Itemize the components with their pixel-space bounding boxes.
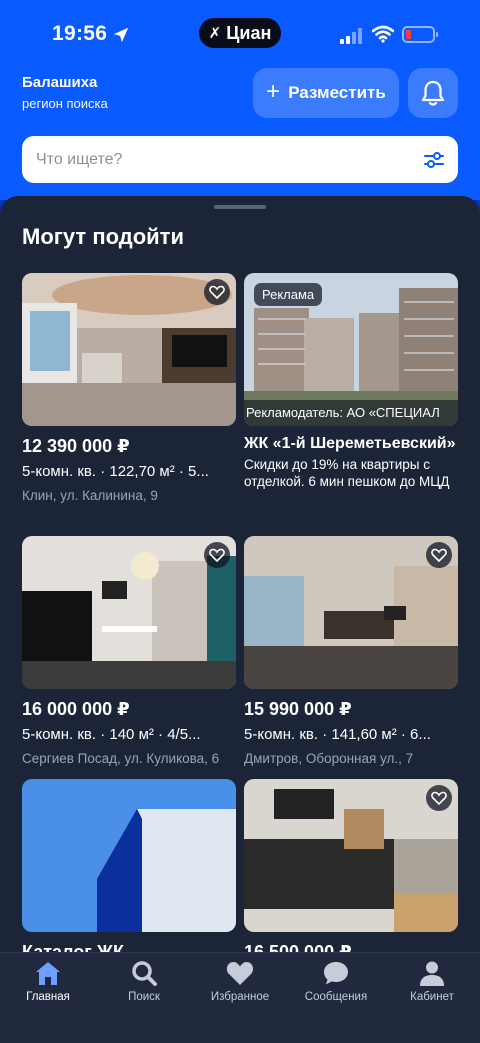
- battery-icon: [402, 26, 438, 43]
- listing-card[interactable]: 15 990 000 ₽ 5-комн. кв. · 141,60 м² · 6…: [244, 536, 458, 766]
- region-label[interactable]: регион поиска: [22, 96, 108, 111]
- heart-outline-icon: [209, 285, 225, 299]
- post-ad-label: Разместить: [288, 83, 386, 102]
- tab-label: Сообщения: [304, 991, 368, 1003]
- listing-params: 5-комн. кв. · 140 м² · 4/5...: [22, 726, 201, 743]
- favorite-button[interactable]: [204, 542, 230, 568]
- listing-card[interactable]: 12 390 000 ₽ 5-комн. кв. · 122,70 м² · 5…: [22, 273, 236, 503]
- section-title: Могут подойти: [22, 224, 184, 249]
- favorite-button[interactable]: [426, 785, 452, 811]
- home-icon: [36, 962, 60, 985]
- catalog-card[interactable]: Каталог ЖК: [22, 779, 236, 963]
- listing-photo[interactable]: [244, 536, 458, 689]
- location-arrow-icon: [113, 27, 129, 43]
- cellular-signal-icon: [340, 28, 362, 44]
- listing-price: 15 990 000 ₽: [244, 699, 352, 719]
- favorite-button[interactable]: [204, 279, 230, 305]
- listing-params: 5-комн. кв. · 122,70 м² · 5...: [22, 463, 209, 480]
- tab-label: Поиск: [128, 991, 160, 1003]
- tab-label: Главная: [26, 991, 70, 1003]
- tab-label: Избранное: [210, 991, 270, 1003]
- ad-description: Скидки до 19% на квартиры с отделкой. 6 …: [244, 457, 450, 489]
- bell-icon: [421, 80, 445, 106]
- tab-messages[interactable]: Сообщения: [288, 959, 384, 1003]
- app-pill-label: Циан: [226, 22, 272, 43]
- ad-photo[interactable]: Реклама Рекламодатель: АО «СПЕЦИАЛ: [244, 273, 458, 426]
- favorite-button[interactable]: [426, 542, 452, 568]
- search-icon: [132, 961, 157, 986]
- listing-card[interactable]: 16 000 000 ₽ 5-комн. кв. · 140 м² · 4/5.…: [22, 536, 236, 766]
- wifi-icon: [372, 25, 394, 43]
- listing-photo[interactable]: [22, 536, 236, 689]
- listing-photo[interactable]: [22, 273, 236, 426]
- ad-badge: Реклама: [254, 283, 323, 306]
- listing-price: 16 000 000 ₽: [22, 699, 130, 719]
- chat-icon: [324, 962, 348, 985]
- sheet-drag-handle[interactable]: [214, 205, 266, 209]
- cian-logo-icon: ✗: [208, 25, 222, 42]
- recommendations-sheet: Могут подойти 12 390 000 ₽ 5-комн. кв. ·…: [0, 196, 480, 1043]
- heart-icon: [226, 962, 254, 985]
- listing-photo[interactable]: [244, 779, 458, 932]
- tab-favorites[interactable]: Избранное: [192, 959, 288, 1003]
- bottom-tab-bar: Главная Поиск Избранное Сообщения Кабине…: [0, 952, 480, 1043]
- status-bar: 19:56 ✗ Циан: [0, 0, 480, 68]
- status-time: 19:56: [52, 22, 108, 45]
- post-ad-button[interactable]: + Разместить: [253, 68, 399, 118]
- tab-home[interactable]: Главная: [0, 959, 96, 1003]
- search-bar[interactable]: [22, 136, 458, 183]
- listing-address: Дмитров, Оборонная ул., 7: [244, 751, 414, 766]
- ad-title: ЖК «1-й Шереметьевский»: [244, 435, 456, 452]
- advertiser-caption: Рекламодатель: АО «СПЕЦИАЛ: [244, 400, 458, 426]
- ad-card[interactable]: Реклама Рекламодатель: АО «СПЕЦИАЛ ЖК «1…: [244, 273, 458, 490]
- heart-outline-icon: [431, 791, 447, 805]
- tab-label: Кабинет: [410, 991, 454, 1003]
- filter-icon[interactable]: [422, 148, 446, 172]
- listing-address: Клин, ул. Калинина, 9: [22, 488, 158, 503]
- heart-outline-icon: [431, 548, 447, 562]
- user-icon: [420, 961, 444, 986]
- listing-address: Сергиев Посад, ул. Куликова, 6: [22, 751, 220, 766]
- tab-account[interactable]: Кабинет: [384, 959, 480, 1003]
- header-area: 19:56 ✗ Циан Балашиха регион поиска + Ра…: [0, 0, 480, 200]
- heart-outline-icon: [209, 548, 225, 562]
- catalog-photo[interactable]: [22, 779, 236, 932]
- tab-search[interactable]: Поиск: [96, 959, 192, 1003]
- listing-price: 12 390 000 ₽: [22, 436, 130, 456]
- listing-card[interactable]: 16 500 000 ₽: [244, 779, 458, 963]
- notifications-button[interactable]: [408, 68, 458, 118]
- search-input[interactable]: [36, 136, 416, 183]
- listing-params: 5-комн. кв. · 141,60 м² · 6...: [244, 726, 431, 743]
- app-pill: ✗ Циан: [199, 18, 281, 48]
- region-city[interactable]: Балашиха: [22, 74, 97, 91]
- plus-icon: +: [266, 78, 281, 105]
- catalog-illustration: [22, 779, 236, 932]
